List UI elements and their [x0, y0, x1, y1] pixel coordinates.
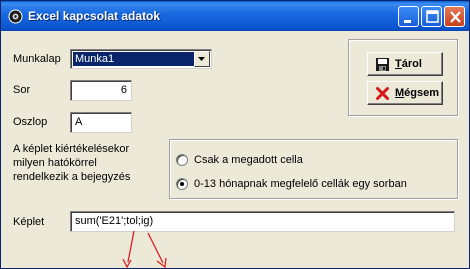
sor-input[interactable]: 6	[70, 80, 132, 101]
annotation-arrows	[122, 230, 167, 269]
save-mnemonic: T	[395, 58, 402, 70]
munkalap-value: Munka1	[73, 52, 194, 66]
dialog-window: Excel kapcsolat adatok Munkalap Munka1 S…	[0, 0, 470, 269]
scope-description-line-1: A képlet kiértékelésekor	[13, 143, 130, 155]
close-button[interactable]	[444, 6, 465, 27]
floppy-disk-icon	[376, 58, 389, 71]
radio-button-selected[interactable]	[176, 178, 188, 190]
title-bar[interactable]: Excel kapcsolat adatok	[1, 1, 469, 31]
minimize-button[interactable]	[398, 6, 419, 27]
button-panel: Tárol Mégsem	[348, 39, 458, 116]
red-arrow-icon	[127, 230, 135, 263]
app-icon	[8, 9, 23, 24]
close-icon	[450, 11, 461, 23]
cancel-label: égsem	[404, 87, 440, 99]
save-label: árol	[401, 58, 422, 70]
minimize-icon	[404, 20, 411, 23]
oszlop-label: Oszlop	[13, 116, 48, 128]
munkalap-label: Munkalap	[13, 53, 61, 65]
chevron-down-icon	[198, 57, 205, 61]
cancel-button[interactable]: Mégsem	[367, 81, 443, 105]
radio-option-month-cells[interactable]: 0-13 hónapnak megfelelő cellák egy sorba…	[176, 176, 446, 192]
radio-label-single-cell: Csak a megadott cella	[194, 154, 303, 166]
red-arrowhead-icon	[122, 258, 132, 269]
keplet-label: Képlet	[13, 216, 45, 228]
scope-radio-group: Csak a megadott cella 0-13 hónapnak megf…	[169, 139, 458, 199]
sor-label: Sor	[13, 84, 31, 96]
save-button[interactable]: Tárol	[367, 52, 443, 76]
radio-label-month-cells: 0-13 hónapnak megfelelő cellák egy sorba…	[194, 178, 407, 190]
radio-option-single-cell[interactable]: Csak a megadott cella	[176, 152, 446, 168]
dropdown-button[interactable]	[194, 51, 210, 67]
window-title: Excel kapcsolat adatok	[28, 9, 161, 23]
red-x-icon	[376, 87, 389, 100]
radio-button-unselected[interactable]	[176, 154, 188, 166]
radio-dot	[180, 182, 184, 186]
oszlop-input[interactable]: A	[70, 112, 132, 133]
scope-description-line-2: milyen hatókörrel	[13, 157, 97, 169]
scope-description-line-3: rendelkezik a bejegyzés	[13, 171, 131, 183]
red-arrow-icon	[147, 232, 164, 264]
cancel-mnemonic: M	[395, 87, 405, 99]
munkalap-select[interactable]: Munka1	[70, 49, 212, 69]
maximize-icon	[426, 10, 439, 23]
maximize-button[interactable]	[421, 6, 442, 27]
